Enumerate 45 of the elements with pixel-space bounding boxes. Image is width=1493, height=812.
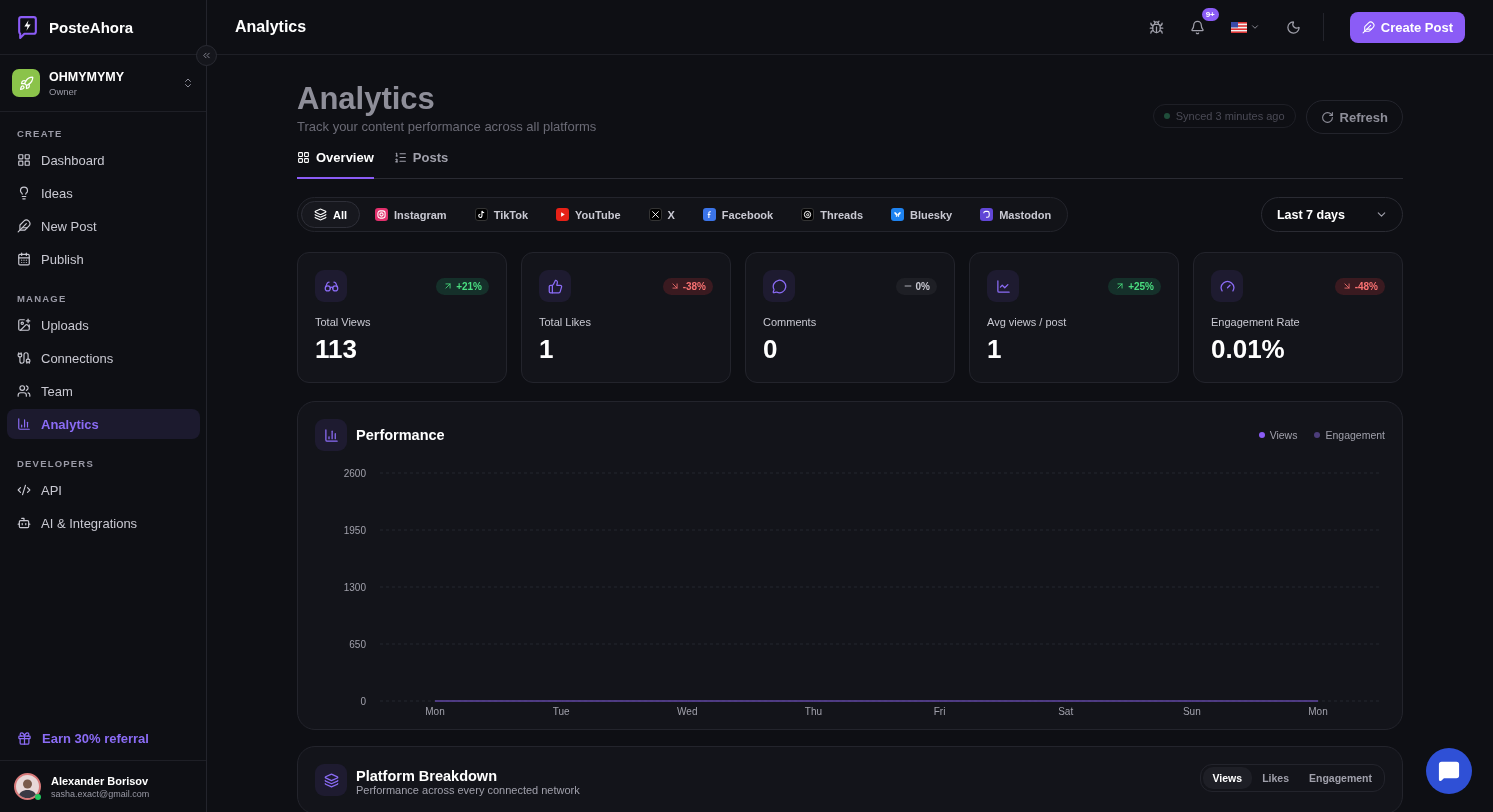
workspace-name: OHMYMYMY (49, 69, 125, 84)
x-axis-label: Mon (1308, 706, 1328, 717)
section-heading: DEVELOPERS (16, 457, 95, 471)
brand-name: PosteAhora (49, 18, 134, 36)
x-axis-label: Fri (933, 706, 946, 717)
y-axis-label: 0 (360, 696, 366, 707)
card-title: Performance (356, 427, 446, 443)
user-name: Alexander Borisov (51, 774, 150, 787)
y-axis-label: 650 (349, 639, 366, 650)
legend-item: Engagement (1314, 429, 1385, 441)
user-email: sasha.exact@gmail.com (51, 788, 151, 799)
legend-item: Views (1258, 429, 1298, 441)
workspace-role: Owner (49, 85, 78, 97)
y-axis-label: 2600 (343, 468, 366, 479)
page-subtitle: Track your content performance across all platforms (297, 119, 598, 134)
notification-count: 9+ (1201, 7, 1219, 21)
change-badge: 0% (895, 277, 937, 295)
page-title: Analytics (297, 81, 436, 117)
x-axis-label: Sun (1182, 706, 1201, 717)
section-heading: CREATE (16, 127, 64, 141)
stat-value: 113 (315, 334, 358, 365)
x-axis-label: Thu (804, 706, 823, 717)
change-badge: -38% (662, 277, 713, 295)
y-axis-label: 1950 (343, 525, 366, 536)
stat-value: 1 (987, 334, 1003, 365)
header-title: Analytics (235, 18, 308, 36)
change-badge: +21% (436, 277, 489, 295)
stat-value: 0.01% (1211, 334, 1286, 365)
stat-label: Avg views / post (987, 316, 1068, 328)
x-axis-label: Tue (552, 706, 570, 717)
stat-label: Total Views (315, 316, 372, 328)
change-badge: +25% (1108, 277, 1161, 295)
stat-label: Total Likes (539, 316, 592, 328)
y-axis-label: 1300 (343, 582, 366, 593)
x-axis-label: Sat (1058, 706, 1074, 717)
stat-value: 1 (539, 334, 555, 365)
x-axis-label: Wed (677, 706, 698, 717)
change-badge: -48% (1334, 277, 1385, 295)
card-subtitle: Performance across every connected network (356, 784, 581, 796)
x-axis-label: Mon (425, 706, 445, 717)
section-heading: MANAGE (16, 292, 68, 306)
stat-label: Engagement Rate (1211, 316, 1301, 328)
stat-label: Comments (763, 316, 818, 328)
stat-value: 0 (763, 334, 779, 365)
card-title: Platform Breakdown (356, 768, 498, 784)
